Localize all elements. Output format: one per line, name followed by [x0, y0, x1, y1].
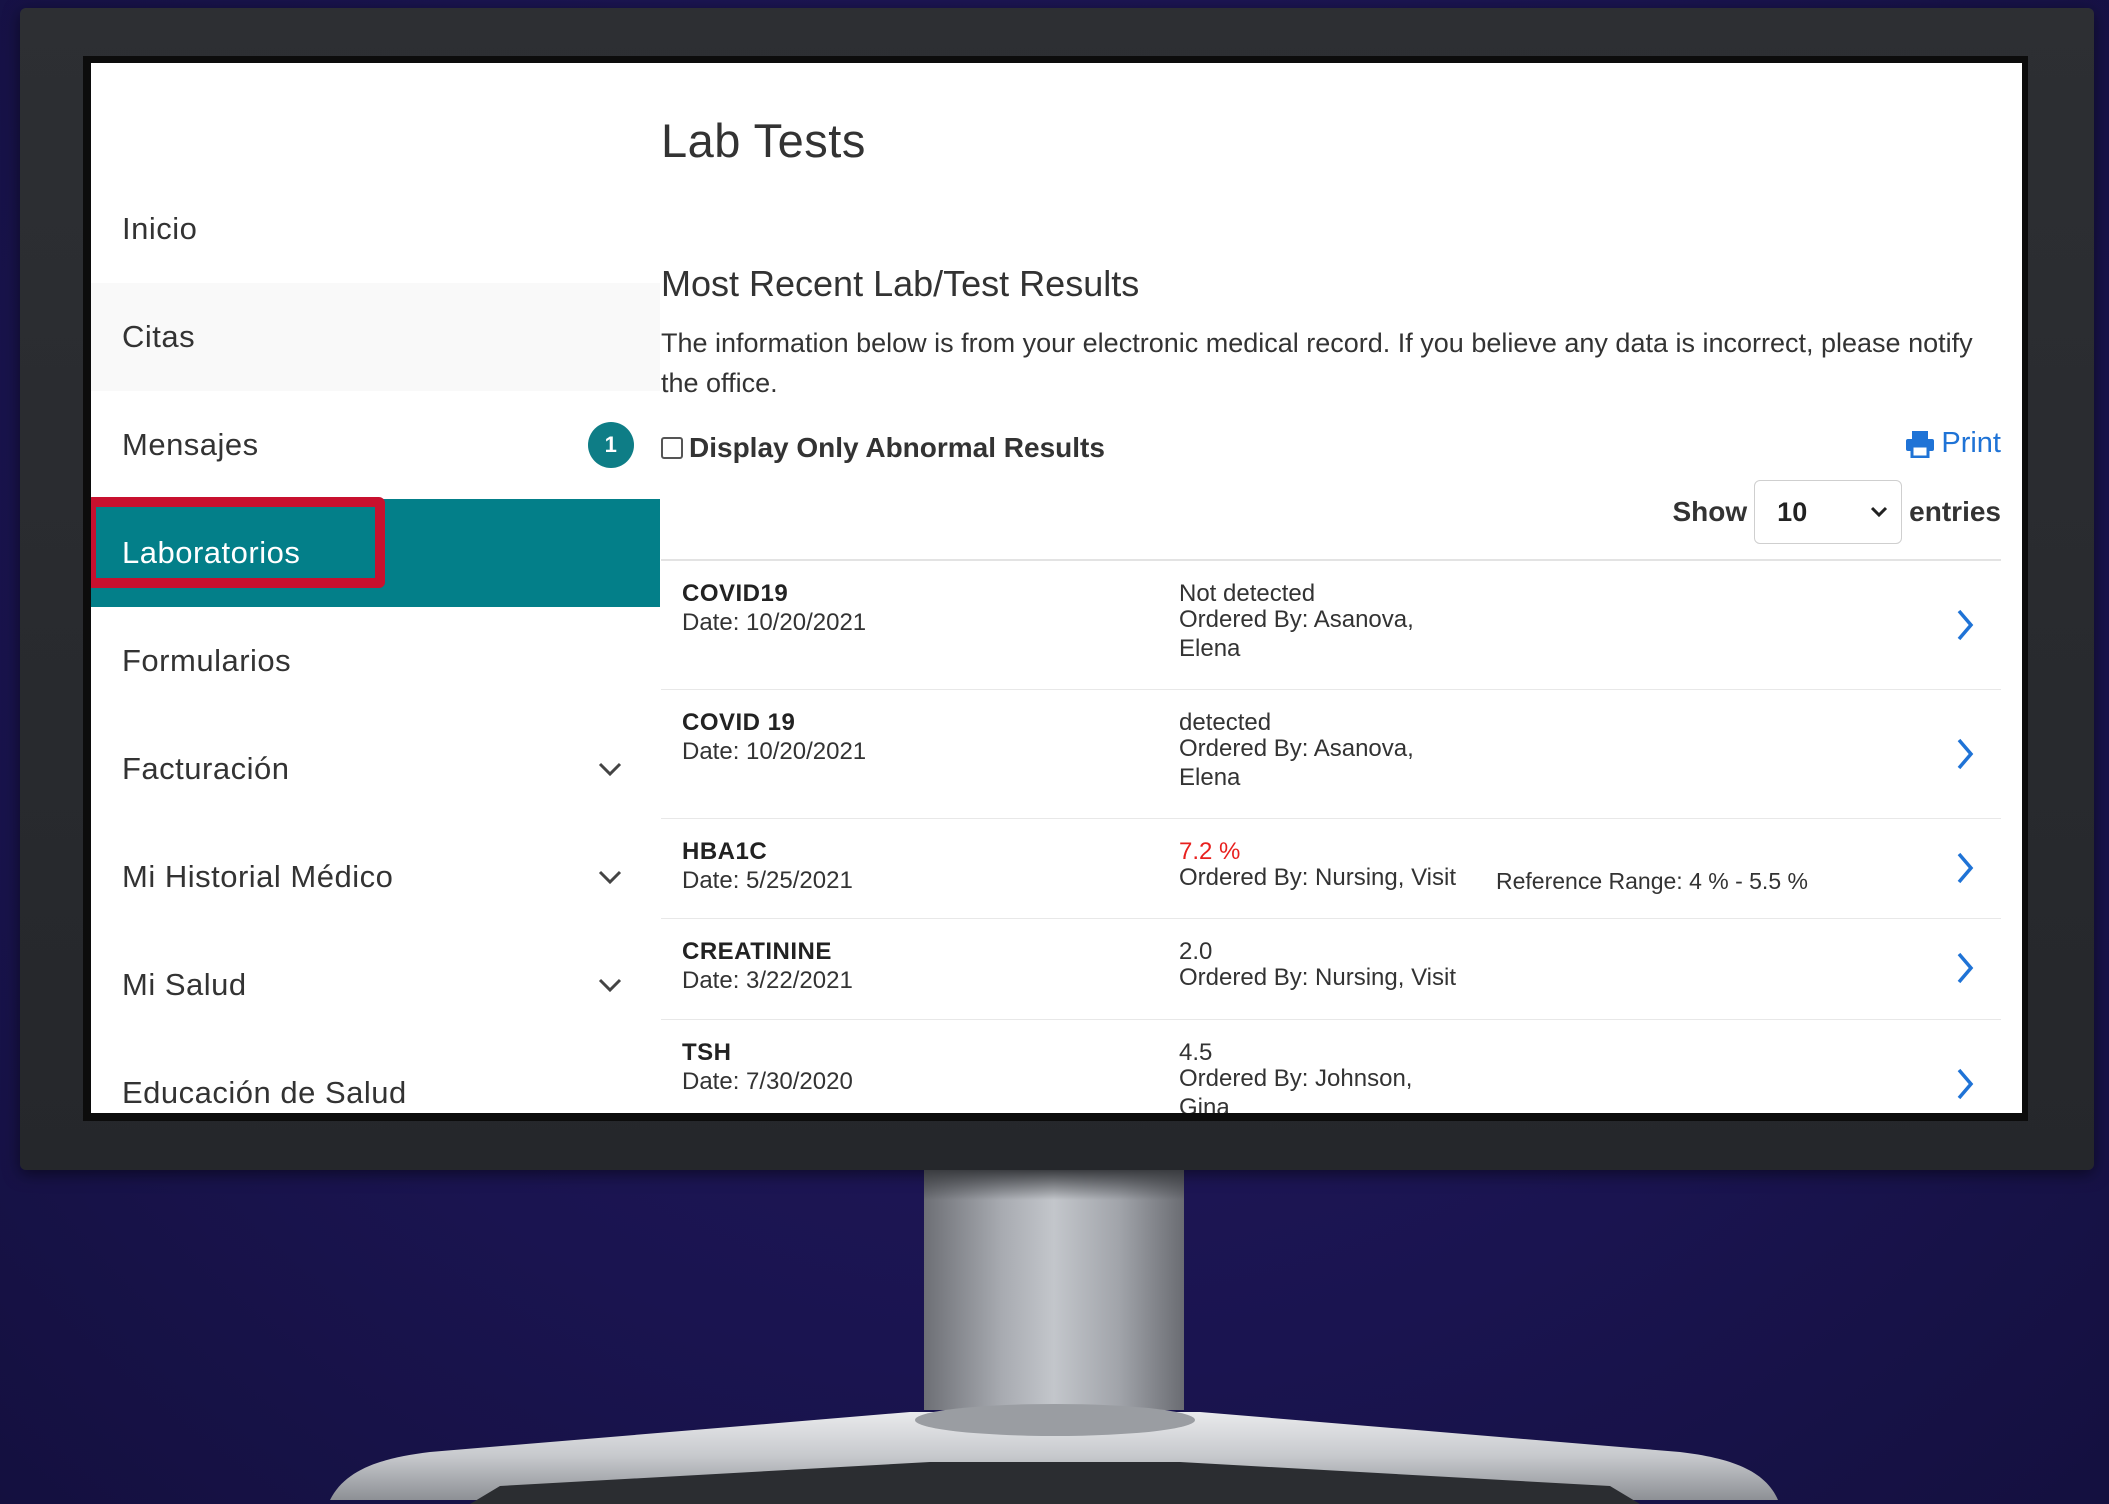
page-title: Lab Tests: [661, 114, 866, 167]
section-title: Most Recent Lab/Test Results: [661, 263, 1140, 304]
table-row[interactable]: CREATININE Date: 3/22/2021 2.0 Ordered B…: [661, 919, 2001, 1020]
sidebar-item-mi-salud[interactable]: Mi Salud: [91, 931, 660, 1039]
chevron-down-icon: [598, 870, 622, 885]
test-result: 4.5: [1179, 1039, 1213, 1066]
test-name: COVID19: [682, 580, 789, 607]
sidebar-item-label: Facturación: [122, 751, 290, 786]
chevron-down-icon: [1871, 506, 1888, 518]
sidebar-item-facturacion[interactable]: Facturación: [91, 715, 660, 823]
chevron-down-icon: [598, 978, 622, 993]
entries-select[interactable]: 10: [1754, 480, 1903, 544]
sidebar-item-label: Inicio: [122, 211, 198, 246]
chevron-right-icon[interactable]: [1954, 607, 1976, 643]
sidebar-item-laboratorios[interactable]: Laboratorios: [91, 499, 660, 607]
test-date: Date: 7/30/2020: [682, 1068, 853, 1095]
show-label: Show: [1672, 496, 1748, 527]
monitor-stand-shadow: [924, 1170, 1184, 1200]
table-row[interactable]: TSH Date: 7/30/2020 4.5 Ordered By: John…: [661, 1020, 2001, 1113]
sidebar-item-mensajes[interactable]: Mensajes 1: [91, 391, 660, 499]
chevron-right-icon[interactable]: [1954, 950, 1976, 986]
sidebar-item-label: Educación de Salud: [122, 1075, 407, 1110]
entries-label: entries: [1909, 496, 2001, 527]
reference-range: Reference Range: 4 % - 5.5 %: [1496, 868, 1808, 894]
print-button[interactable]: Print: [1905, 427, 2001, 460]
app-window: Inicio Citas Mensajes 1 Laboratorios For…: [91, 63, 2022, 1113]
main-content: Lab Tests Most Recent Lab/Test Results T…: [661, 63, 2001, 1113]
print-label: Print: [1941, 427, 2001, 459]
abnormal-only-checkbox[interactable]: [661, 437, 683, 459]
sidebar-nav: Inicio Citas Mensajes 1 Laboratorios For…: [91, 63, 660, 1113]
unread-count-badge: 1: [588, 422, 634, 468]
test-name: HBA1C: [682, 838, 768, 865]
test-name: COVID 19: [682, 709, 796, 736]
test-result: 2.0: [1179, 938, 1213, 965]
intro-text: The information below is from your elect…: [661, 328, 1973, 398]
test-result-abnormal: 7.2 %: [1179, 838, 1241, 865]
sidebar-item-inicio[interactable]: Inicio: [91, 175, 660, 283]
ordered-by: Ordered By: Asanova, Elena: [1179, 606, 1414, 662]
test-date: Date: 5/25/2021: [682, 867, 853, 894]
sidebar-item-label: Mi Salud: [122, 967, 247, 1002]
test-result: Not detected: [1179, 580, 1316, 607]
sidebar-item-label: Laboratorios: [122, 535, 301, 570]
sidebar-item-mi-historial-medico[interactable]: Mi Historial Médico: [91, 823, 660, 931]
ordered-by: Ordered By: Johnson, Gina: [1179, 1065, 1413, 1113]
test-date: Date: 3/22/2021: [682, 967, 853, 994]
monitor-stand-base: [330, 1404, 1778, 1504]
table-row[interactable]: COVID19 Date: 10/20/2021 Not detected Or…: [661, 561, 2001, 690]
chevron-right-icon[interactable]: [1954, 736, 1976, 772]
sidebar-item-label: Citas: [122, 319, 196, 354]
sidebar-item-educacion-de-salud[interactable]: Educación de Salud: [91, 1039, 660, 1113]
chevron-right-icon[interactable]: [1954, 1066, 1976, 1102]
printer-icon: [1906, 430, 1935, 458]
test-date: Date: 10/20/2021: [682, 609, 867, 636]
test-date: Date: 10/20/2021: [682, 738, 867, 765]
chevron-down-icon: [598, 762, 622, 777]
abnormal-filter: Display Only Abnormal Results: [661, 432, 1105, 464]
ordered-by: Ordered By: Asanova, Elena: [1179, 735, 1414, 791]
test-name: TSH: [682, 1039, 732, 1066]
table-row[interactable]: COVID 19 Date: 10/20/2021 detected Order…: [661, 690, 2001, 819]
sidebar-item-label: Formularios: [122, 643, 292, 678]
abnormal-only-label[interactable]: Display Only Abnormal Results: [689, 432, 1105, 464]
test-result: detected: [1179, 709, 1272, 736]
ordered-by: Ordered By: Nursing, Visit: [1179, 864, 1456, 891]
sidebar-item-formularios[interactable]: Formularios: [91, 607, 660, 715]
sidebar-item-citas[interactable]: Citas: [91, 283, 660, 391]
sidebar-item-label: Mi Historial Médico: [122, 859, 394, 894]
entries-length-control: Show 10 entries: [1672, 480, 2001, 544]
monitor-stand-neck: [924, 1170, 1184, 1410]
table-row[interactable]: HBA1C Date: 5/25/2021 7.2 % Ordered By: …: [661, 819, 2001, 919]
chevron-right-icon[interactable]: [1954, 850, 1976, 886]
test-name: CREATININE: [682, 938, 832, 965]
ordered-by: Ordered By: Nursing, Visit: [1179, 964, 1456, 991]
sidebar-item-label: Mensajes: [122, 427, 259, 462]
entries-select-value: 10: [1777, 496, 1808, 527]
